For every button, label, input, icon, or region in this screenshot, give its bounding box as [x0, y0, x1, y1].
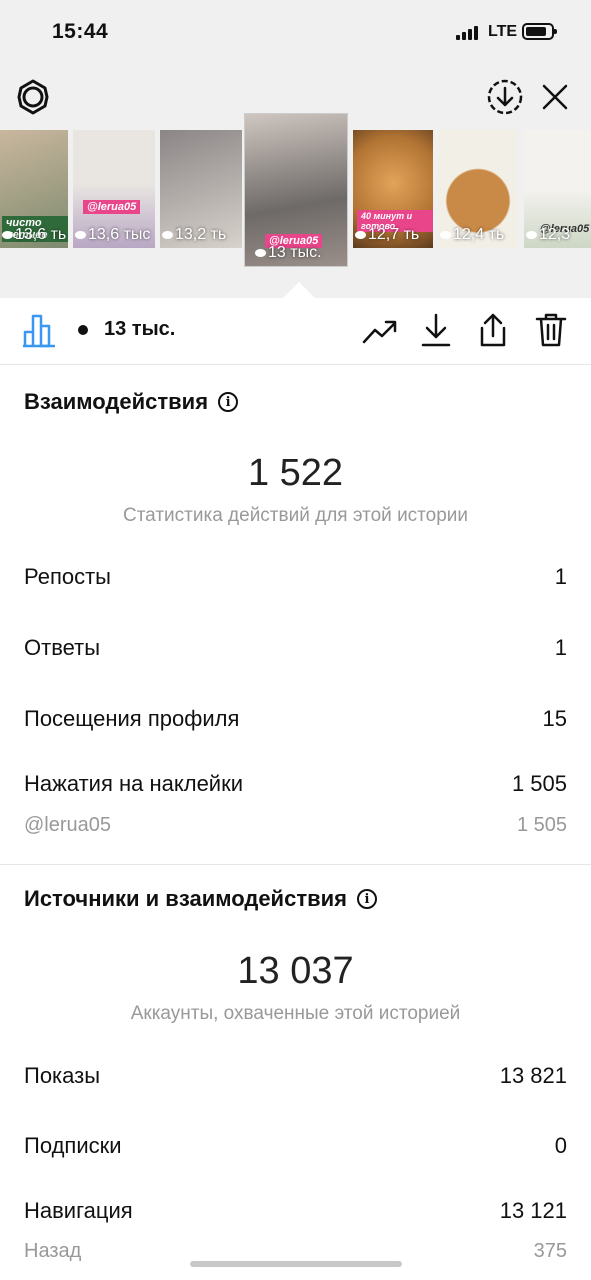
- discovery-title: Источники и взаимодействия i: [24, 886, 377, 912]
- interactions-title: Взаимодействия i: [24, 389, 239, 415]
- story-thumbnail[interactable]: 40 минут и готово 12,7 ть: [353, 130, 433, 248]
- metric-row-profile-visits: Посещения профиля 15: [24, 706, 567, 731]
- story-views: 13 тыс.: [253, 244, 347, 262]
- eye-icon: [78, 324, 88, 335]
- info-icon[interactable]: i: [356, 889, 377, 909]
- story-views: 12,3: [524, 226, 591, 244]
- eye-icon: [526, 231, 537, 239]
- metric-row-back: Назад 375: [24, 1240, 567, 1262]
- delete-trash-icon[interactable]: [534, 312, 568, 348]
- eye-icon: [75, 231, 86, 239]
- settings-gear-icon[interactable]: [14, 78, 52, 116]
- story-header: 15:44 LTE чисто летнее 13,6 ть @lerua05 …: [0, 0, 591, 298]
- download-icon[interactable]: [420, 312, 452, 348]
- eye-icon: [355, 231, 366, 239]
- signal-icon: [456, 26, 482, 40]
- story-thumbnail[interactable]: @lerua05 13,6 тыс: [73, 130, 155, 248]
- battery-icon: [522, 23, 557, 40]
- interactions-total: 1 522: [247, 452, 344, 494]
- home-indicator[interactable]: [190, 1261, 402, 1267]
- story-views: 12,7 ть: [353, 226, 433, 244]
- story-thumbnail[interactable]: 13,2 ть: [160, 130, 242, 248]
- story-thumbnail[interactable]: @lerua05 12,3: [524, 130, 591, 248]
- story-views: 12,4 ть: [438, 226, 518, 244]
- story-thumbnail[interactable]: чисто летнее 13,6 ть: [0, 130, 68, 248]
- info-icon[interactable]: i: [218, 392, 239, 412]
- insights-chart-icon[interactable]: [22, 312, 58, 348]
- story-thumbnail-strip[interactable]: чисто летнее 13,6 ть @lerua05 13,6 тыс 1…: [0, 112, 591, 272]
- network-label: LTE: [488, 23, 518, 40]
- story-thumbnail[interactable]: 12,4 ть: [438, 130, 518, 248]
- close-icon[interactable]: [540, 82, 570, 112]
- metric-row-reposts: Репосты 1: [24, 564, 567, 589]
- story-views: 13,6 ть: [0, 226, 68, 244]
- metric-row-replies: Ответы 1: [24, 635, 567, 660]
- discovery-subtitle: Аккаунты, охваченные этой историей: [130, 1003, 461, 1024]
- story-thumbnail-selected[interactable]: @lerua05 13 тыс.: [245, 114, 347, 266]
- metric-row-follows: Подписки 0: [24, 1133, 567, 1158]
- eye-icon: [440, 231, 451, 239]
- selection-pointer: [283, 282, 315, 298]
- eye-icon: [162, 231, 173, 239]
- story-views: 13,6 тыс: [73, 226, 155, 244]
- save-download-icon[interactable]: [486, 78, 524, 116]
- metric-row-sticker-taps: Нажатия на наклейки 1 505: [24, 771, 567, 796]
- metric-row-sticker-mention: @lerua05 1 505: [24, 814, 567, 836]
- discovery-total: 13 037: [237, 950, 354, 992]
- eye-icon: [2, 231, 13, 239]
- insights-toolbar: 13 тыс.: [0, 298, 591, 365]
- section-divider: [0, 864, 591, 865]
- metric-row-impressions: Показы 13 821: [24, 1063, 567, 1088]
- eye-icon: [255, 249, 266, 257]
- share-icon[interactable]: [476, 312, 510, 348]
- story-views: 13,2 ть: [160, 226, 242, 244]
- interactions-subtitle: Статистика действий для этой истории: [122, 505, 469, 526]
- story-overlay-text: @lerua05: [83, 200, 141, 214]
- status-time: 15:44: [52, 20, 109, 43]
- promote-trend-icon[interactable]: [362, 318, 398, 346]
- story-views-count: 13 тыс.: [78, 318, 175, 341]
- metric-row-navigation: Навигация 13 121: [24, 1198, 567, 1223]
- status-bar: 15:44 LTE: [0, 0, 591, 66]
